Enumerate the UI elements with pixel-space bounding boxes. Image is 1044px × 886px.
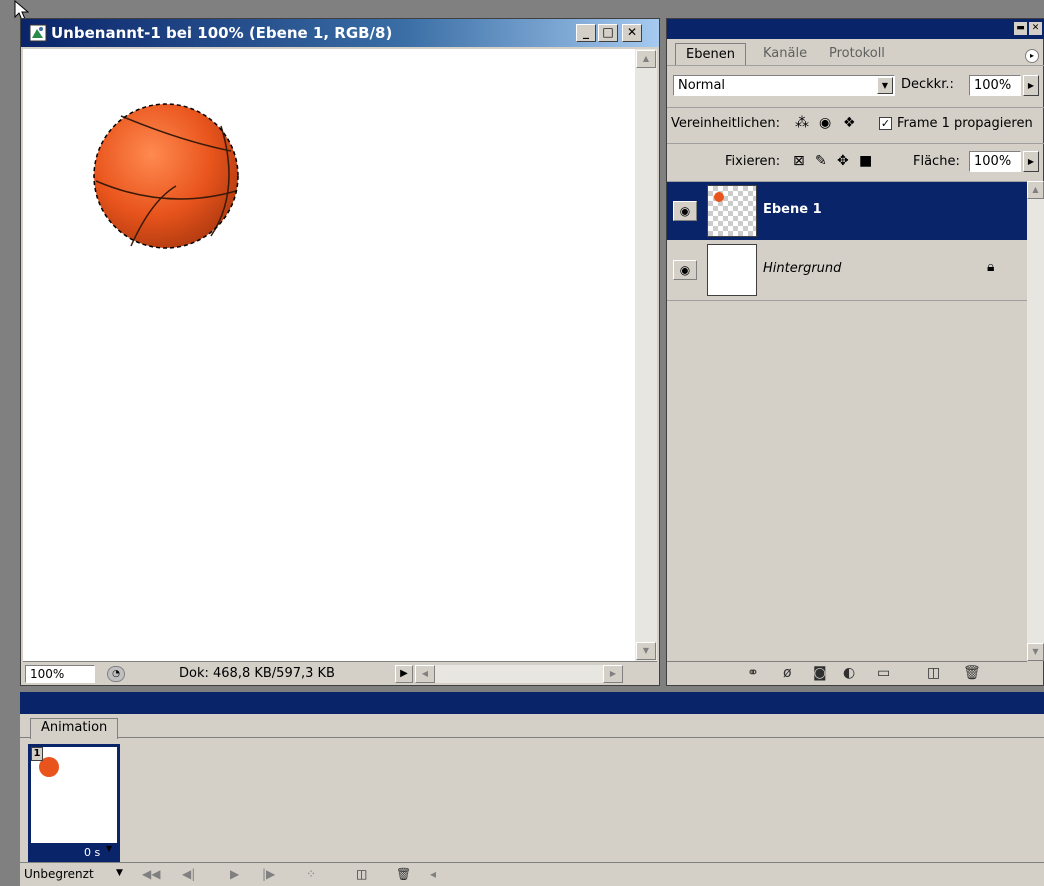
unify-style-icon[interactable]: ❖	[843, 115, 856, 131]
new-layer-icon[interactable]: ◫	[927, 665, 940, 681]
tab-ebenen[interactable]: Ebenen	[675, 43, 746, 65]
close-button[interactable]: ✕	[622, 24, 642, 42]
scroll-down-icon[interactable]: ▼	[1027, 643, 1044, 661]
lock-brush-icon[interactable]: ✎	[815, 153, 827, 169]
photoshop-doc-icon	[29, 24, 47, 42]
frame-delay[interactable]: 0 s	[84, 846, 100, 859]
opacity-field[interactable]: 100%	[969, 75, 1021, 96]
animation-tab-row: Animation	[20, 714, 1044, 739]
frame-number: 1	[31, 747, 43, 761]
lock-all-icon[interactable]: ■	[859, 153, 872, 169]
layer-row-ebene-1[interactable]: ◉ Ebene 1	[667, 182, 1027, 240]
fill-label: Fläche:	[913, 154, 960, 169]
document-status-bar: 100% ◔ Dok: 468,8 KB/597,3 KB ▶ ◀ ▶	[23, 661, 657, 685]
layer-thumbnail	[707, 185, 757, 237]
minimize-button[interactable]: _	[576, 24, 596, 42]
layers-vertical-scrollbar[interactable]: ▲ ▼	[1027, 181, 1044, 661]
lock-transparency-icon[interactable]: ⊠	[793, 153, 805, 169]
propagate-frame-checkbox[interactable]: ✓	[879, 117, 892, 130]
delete-frame-icon[interactable]: 🗑︎	[396, 867, 411, 881]
tab-protokoll[interactable]: Protokoll	[819, 43, 895, 65]
previous-frame-icon[interactable]: ◀|	[182, 867, 195, 881]
document-title: Unbenannt-1 bei 100% (Ebene 1, RGB/8)	[51, 24, 393, 42]
document-canvas[interactable]	[23, 49, 635, 661]
panel-menu-icon[interactable]: ▸	[1025, 49, 1039, 63]
layer-style-icon[interactable]: ø	[783, 665, 792, 681]
adjustment-layer-icon[interactable]: ◐	[843, 665, 855, 681]
zoom-field[interactable]: 100%	[25, 665, 95, 683]
chevron-down-icon: ▼	[877, 77, 893, 94]
link-layers-icon[interactable]: ⚭	[747, 665, 759, 681]
layer-mask-icon[interactable]: ◙	[813, 665, 827, 681]
opacity-slider-arrow-icon[interactable]: ▶	[1023, 75, 1039, 96]
scroll-up-icon[interactable]: ▲	[1027, 181, 1044, 199]
loop-select[interactable]: Unbegrenzt	[24, 867, 94, 881]
lock-icon: 🔒︎	[987, 259, 995, 275]
unify-position-icon[interactable]: ⁂	[795, 115, 809, 131]
fill-slider-arrow-icon[interactable]: ▶	[1023, 151, 1039, 172]
blend-mode-select[interactable]: Normal ▼	[673, 75, 895, 96]
document-size-info: Dok: 468,8 KB/597,3 KB	[179, 666, 335, 681]
opacity-label: Deckkr.:	[901, 77, 954, 92]
play-icon[interactable]: ▶	[230, 867, 239, 881]
scroll-up-icon[interactable]: ▲	[636, 50, 656, 68]
document-vertical-scrollbar[interactable]: ▲ ▼	[635, 49, 657, 661]
animation-frame-1[interactable]: 1 0 s ▼	[28, 744, 120, 864]
basketball-image[interactable]	[91, 101, 241, 251]
loop-chevron-down-icon[interactable]: ▼	[116, 868, 123, 878]
lock-label: Fixieren:	[725, 154, 781, 169]
animation-title-bar[interactable]	[20, 692, 1044, 714]
document-window: Unbenannt-1 bei 100% (Ebene 1, RGB/8) _ …	[20, 18, 660, 686]
maximize-button[interactable]: □	[598, 24, 618, 42]
eye-icon[interactable]: ◉	[673, 260, 697, 280]
tab-kanaele[interactable]: Kanäle	[753, 43, 817, 65]
tween-icon[interactable]: ⁘	[306, 867, 316, 881]
animation-panel: Animation 1 0 s ▼ Unbegrenzt ▼ ◀◀ ◀| ▶ |…	[20, 692, 1044, 886]
eye-icon[interactable]: ◉	[673, 201, 697, 221]
trash-icon[interactable]: 🗑︎	[963, 665, 981, 681]
zoom-preview-icon[interactable]: ◔	[107, 666, 125, 682]
layers-bottom-toolbar: ⚭ ø ◙ ◐ ▭ ◫ 🗑︎	[667, 661, 1027, 685]
scroll-left-icon[interactable]: ◀	[415, 665, 435, 683]
frame-thumbnail	[31, 747, 117, 843]
duplicate-frame-icon[interactable]: ◫	[356, 867, 367, 881]
next-frame-icon[interactable]: |▶	[262, 867, 275, 881]
first-frame-icon[interactable]: ◀◀	[142, 867, 160, 881]
layer-name: Ebene 1	[763, 202, 822, 217]
propagate-frame-label: Frame 1 propagieren	[897, 116, 1033, 131]
layers-panel-title-bar[interactable]: ▬ ✕	[667, 19, 1044, 39]
animation-controls: Unbegrenzt ▼ ◀◀ ◀| ▶ |▶ ⁘ ◫ 🗑︎ ◂	[20, 862, 1044, 886]
layer-name: Hintergrund	[763, 261, 842, 276]
layers-panel: ▬ ✕ Ebenen Kanäle Protokoll ▸ Normal ▼ D…	[666, 18, 1044, 686]
fill-field[interactable]: 100%	[969, 151, 1021, 172]
unify-label: Vereinheitlichen:	[671, 116, 780, 131]
status-menu-arrow-icon[interactable]: ▶	[395, 665, 413, 683]
layer-thumbnail	[707, 244, 757, 296]
panel-minimize-button[interactable]: ▬	[1014, 22, 1027, 35]
lock-move-icon[interactable]: ✥	[837, 153, 849, 169]
tab-animation[interactable]: Animation	[30, 718, 119, 739]
document-horizontal-scrollbar[interactable]: ◀ ▶	[415, 665, 623, 683]
layer-row-hintergrund[interactable]: ◉ Hintergrund 🔒︎	[667, 241, 1027, 299]
scroll-left-icon[interactable]: ◂	[430, 867, 436, 881]
scroll-right-icon[interactable]: ▶	[603, 665, 623, 683]
document-title-bar[interactable]: Unbenannt-1 bei 100% (Ebene 1, RGB/8) _ …	[21, 19, 659, 47]
delay-dropdown-icon[interactable]: ▼	[106, 844, 112, 853]
panel-close-button[interactable]: ✕	[1029, 22, 1042, 35]
new-group-icon[interactable]: ▭	[877, 665, 890, 681]
scroll-down-icon[interactable]: ▼	[636, 642, 656, 660]
unify-visibility-icon[interactable]: ◉	[819, 115, 831, 131]
blend-mode-value: Normal	[678, 78, 726, 93]
